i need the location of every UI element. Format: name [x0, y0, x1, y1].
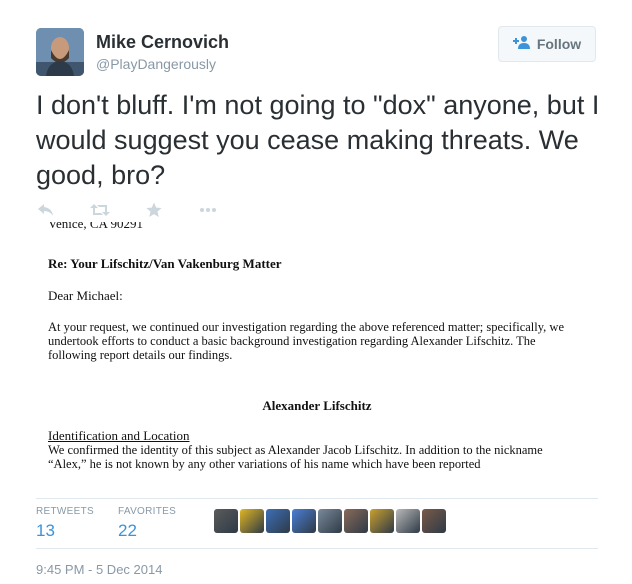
document-section-heading: Identification and Location	[48, 428, 190, 443]
favoriter-avatar[interactable]	[292, 509, 316, 533]
favorites-stat[interactable]: FAVORITES 22	[118, 506, 176, 541]
avatar[interactable]	[36, 28, 84, 76]
favoriter-avatar[interactable]	[318, 509, 342, 533]
favorites-count: 22	[118, 521, 137, 540]
divider	[36, 498, 598, 499]
tweet-actions	[36, 199, 252, 221]
retweets-stat[interactable]: RETWEETS 13	[36, 506, 94, 541]
follow-label: Follow	[536, 36, 582, 52]
favoriter-avatar[interactable]	[214, 509, 238, 533]
favoriter-avatars	[214, 509, 446, 533]
document-paragraph: At your request, we continued our invest…	[48, 320, 565, 362]
favoriter-avatar[interactable]	[370, 509, 394, 533]
user-name[interactable]: Mike Cernovich	[96, 32, 229, 53]
document-address: Venice, CA 90291	[48, 222, 143, 231]
document-subject-name: Alexander Lifschitz	[262, 398, 372, 413]
favorites-label: FAVORITES	[118, 506, 177, 517]
more-icon[interactable]	[198, 200, 218, 220]
document-fade	[36, 472, 598, 480]
user-handle[interactable]: @PlayDangerously	[96, 56, 216, 72]
document-greeting: Dear Michael:	[48, 288, 123, 303]
reply-icon[interactable]	[36, 200, 56, 220]
retweets-count: 13	[36, 521, 55, 540]
retweet-icon[interactable]	[90, 200, 110, 220]
document-re-line: Re: Your Lifschitz/Van Vakenburg Matter	[48, 256, 282, 271]
favoriter-avatar[interactable]	[240, 509, 264, 533]
favorite-icon[interactable]	[144, 200, 164, 220]
follow-button[interactable]: Follow	[498, 26, 596, 62]
favoriter-avatar[interactable]	[422, 509, 446, 533]
document-paragraph: We confirmed the identity of this subjec…	[48, 443, 543, 471]
tweet-timestamp[interactable]: 9:45 PM - 5 Dec 2014	[36, 562, 162, 577]
tweet-text: I don't bluff. I'm not going to "dox" an…	[36, 90, 600, 190]
favoriter-avatar[interactable]	[344, 509, 368, 533]
attached-document-image[interactable]: Venice, CA 90291 Re: Your Lifschitz/Van …	[36, 222, 598, 480]
favoriter-avatar[interactable]	[266, 509, 290, 533]
follow-user-icon	[512, 35, 531, 54]
favoriter-avatar[interactable]	[396, 509, 420, 533]
retweets-label: RETWEETS	[36, 506, 94, 517]
divider	[36, 548, 598, 549]
